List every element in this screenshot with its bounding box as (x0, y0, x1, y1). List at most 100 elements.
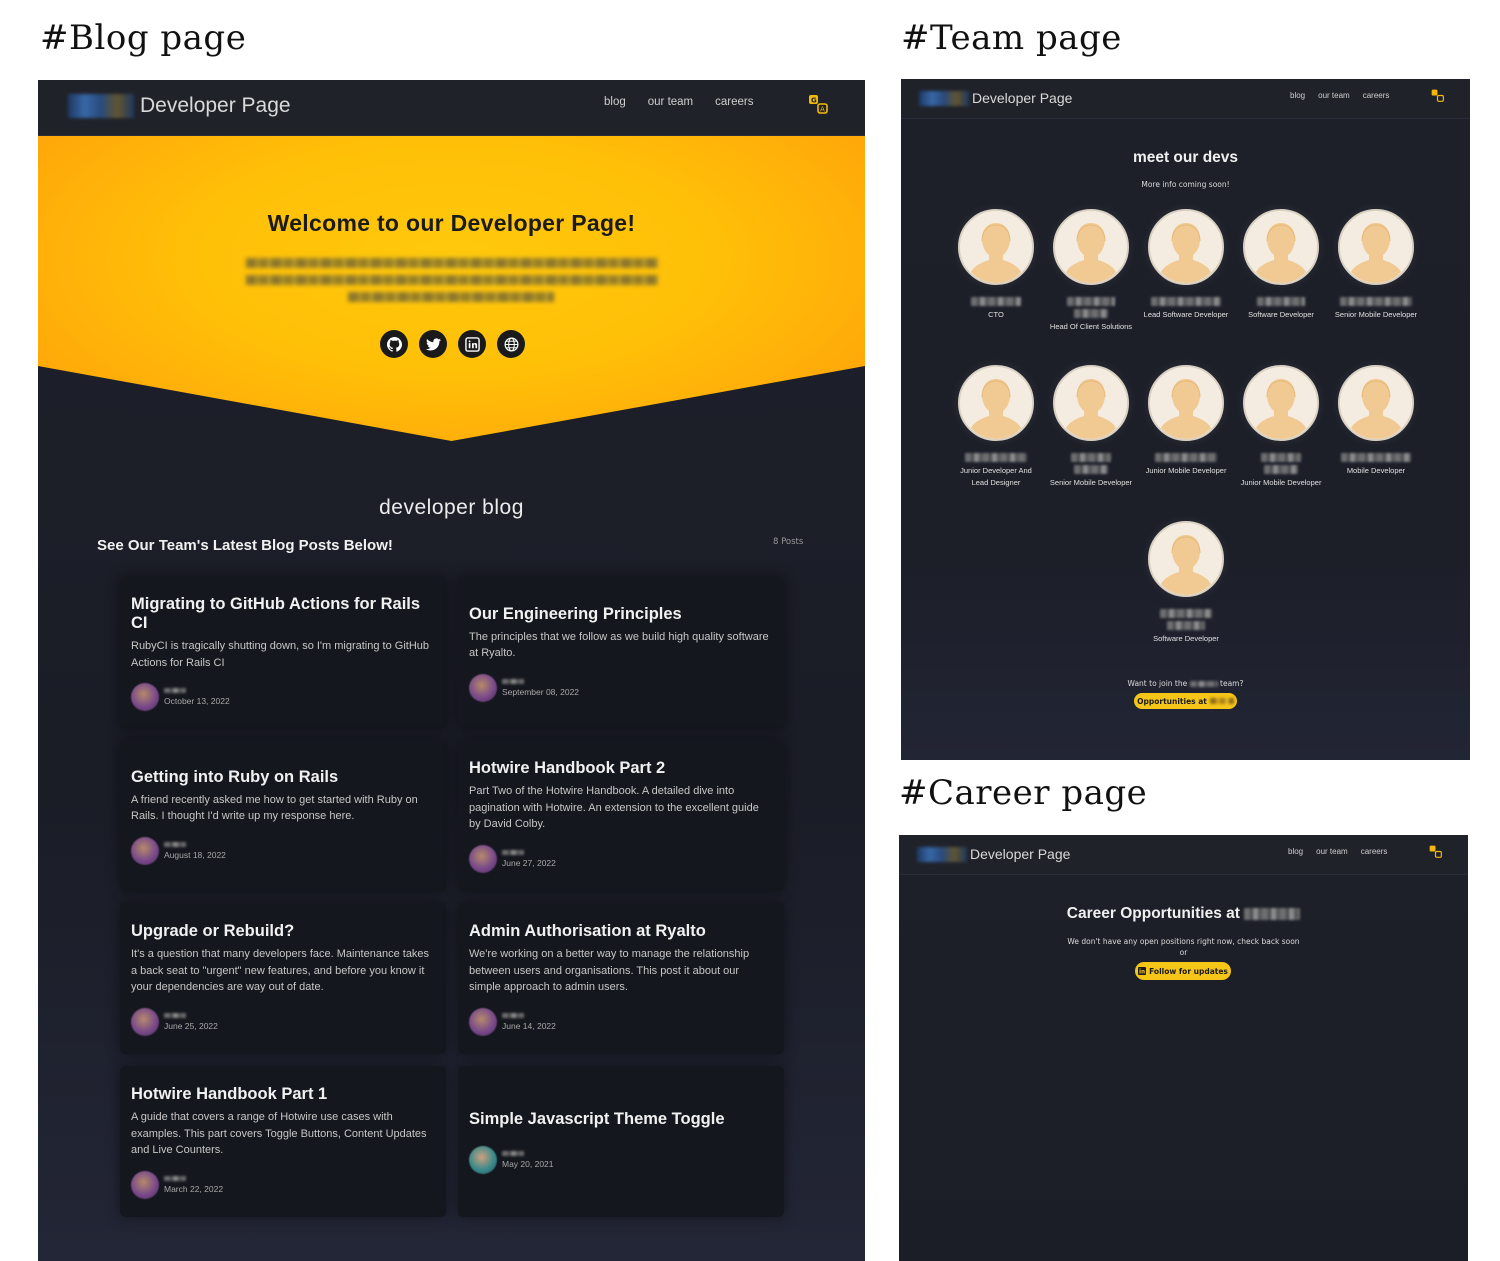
team-member-card: Software Developer (1143, 521, 1229, 645)
member-name-redacted (1340, 297, 1412, 306)
career-section-title: #Career page (899, 773, 1148, 813)
svg-text:G: G (811, 97, 817, 105)
opportunities-button-label: Opportunities at (1137, 696, 1207, 706)
author-name-redacted (502, 1012, 524, 1018)
avatar-placeholder-icon (1053, 365, 1129, 441)
member-role: Software Developer (1248, 310, 1314, 319)
company-name-redacted (1189, 681, 1218, 687)
team-subtitle: More info coming soon! (1141, 180, 1230, 189)
author-avatar (131, 683, 159, 711)
nav-link-careers[interactable]: careers (1361, 847, 1388, 856)
post-description: A friend recently asked me how to get st… (131, 793, 418, 823)
blog-section-title: #Blog page (40, 18, 247, 58)
post-meta: June 27, 2022 (469, 844, 773, 873)
team-member-card: Junior Mobile Developer (1238, 365, 1324, 489)
post-count: 8 Posts (773, 537, 804, 547)
nav-link-blog[interactable]: blog (1288, 847, 1303, 856)
brand[interactable]: Developer Page (919, 90, 1072, 106)
member-role: Junior Mobile Developer (1240, 478, 1322, 487)
member-role: Head Of Client Solutions (1049, 322, 1133, 331)
member-role: Senior Mobile Developer (1049, 478, 1133, 487)
team-member-card: Head Of Client Solutions (1048, 209, 1134, 333)
avatar-placeholder-icon (958, 209, 1034, 285)
post-description: Part Two of the Hotwire Handbook. A deta… (469, 785, 759, 831)
linkedin-icon[interactable] (458, 330, 486, 358)
post-date: October 13, 2022 (164, 696, 230, 706)
navbar: Developer Page blog our team careers (901, 79, 1470, 119)
post-meta: September 08, 2022 (469, 673, 773, 702)
company-name-redacted (1244, 907, 1301, 920)
opportunities-button[interactable]: Opportunities at (1134, 693, 1237, 709)
brand[interactable]: Developer Page (917, 846, 1070, 862)
author-avatar (469, 1146, 497, 1174)
team-title: meet our devs (1132, 149, 1239, 166)
member-role: Junior Developer And Lead Designer (960, 466, 1032, 487)
post-title: Hotwire Handbook Part 1 (131, 1085, 328, 1104)
team-member-card: Software Developer (1238, 209, 1324, 321)
post-description: The principles that we follow as we buil… (469, 630, 769, 660)
member-role: Mobile Developer (1346, 466, 1406, 475)
member-name-redacted (1257, 297, 1305, 306)
company-logo (919, 90, 969, 106)
blog-post-card[interactable]: Getting into Ruby on Rails A friend rece… (120, 740, 446, 891)
nav-link-careers[interactable]: careers (1363, 91, 1390, 100)
author-avatar (469, 673, 497, 702)
avatar-placeholder-icon (1243, 365, 1319, 441)
post-meta: May 20, 2021 (469, 1146, 773, 1174)
post-description: We're working on a better way to manage … (469, 948, 750, 994)
author-name-redacted (164, 1012, 186, 1018)
nav-links: blog our team careers (604, 96, 754, 108)
post-date: March 22, 2022 (164, 1183, 224, 1194)
blog-post-card[interactable]: Migrating to GitHub Actions for Rails CI… (120, 577, 446, 728)
nav-link-our-team[interactable]: our team (1318, 91, 1350, 100)
career-title-text: Career Opportunities at (1066, 905, 1240, 922)
nav-link-blog[interactable]: blog (604, 96, 626, 108)
blog-post-card[interactable]: Admin Authorisation at Ryalto We're work… (458, 903, 784, 1054)
hero-banner: Welcome to our Developer Page! (38, 136, 865, 441)
member-name-redacted (965, 453, 1027, 462)
blog-post-card[interactable]: Hotwire Handbook Part 2 Part Two of the … (458, 740, 784, 891)
member-role: Software Developer (1153, 634, 1219, 643)
post-title: Migrating to GitHub Actions for Rails CI (131, 595, 421, 632)
post-meta: October 13, 2022 (131, 683, 435, 711)
blog-post-card[interactable]: Upgrade or Rebuild? It's a question that… (120, 903, 446, 1054)
company-logo (917, 846, 967, 862)
member-name-redacted (1261, 453, 1301, 462)
post-title: Hotwire Handbook Part 2 (469, 759, 666, 778)
avatar-placeholder-icon (958, 365, 1034, 441)
translate-icon[interactable]: GA (808, 94, 828, 114)
github-icon[interactable] (380, 330, 408, 358)
hero-description-redacted (246, 258, 658, 268)
post-description: A guide that covers a range of Hotwire u… (131, 1111, 427, 1157)
hero-title: Welcome to our Developer Page! (267, 210, 636, 236)
team-member-card: Junior Developer And Lead Designer (953, 365, 1039, 488)
team-member-card: CTO (953, 209, 1039, 321)
nav-link-careers[interactable]: careers (715, 96, 753, 108)
avatar-placeholder-icon (1053, 209, 1129, 285)
blog-post-card[interactable]: Hotwire Handbook Part 1 A guide that cov… (120, 1066, 446, 1217)
blog-post-card[interactable]: Simple Javascript Theme Toggle May 20, 2… (458, 1066, 784, 1217)
post-meta: August 18, 2022 (131, 836, 435, 865)
twitter-icon[interactable] (419, 330, 447, 358)
avatar-placeholder-icon (1338, 209, 1414, 285)
follow-for-updates-button[interactable]: Follow for updates (1135, 962, 1231, 980)
team-member-card: Lead Software Developer (1143, 209, 1229, 321)
post-description: It's a question that many developers fac… (131, 948, 430, 994)
nav-link-our-team[interactable]: our team (648, 96, 693, 108)
avatar-placeholder-icon (1148, 365, 1224, 441)
blog-subheading: See Our Team's Latest Blog Posts Below! (97, 537, 393, 554)
translate-icon[interactable] (1429, 845, 1442, 858)
avatar-placeholder-icon (1338, 365, 1414, 441)
brand[interactable]: Developer Page (68, 94, 291, 118)
translate-icon[interactable] (1431, 89, 1444, 102)
blog-page-screenshot: Developer Page blog our team careers G A … (38, 80, 865, 1261)
author-avatar (131, 1170, 159, 1199)
nav-link-blog[interactable]: blog (1290, 91, 1305, 100)
nav-link-our-team[interactable]: our team (1316, 847, 1348, 856)
blog-post-card[interactable]: Our Engineering Principles The principle… (458, 577, 784, 728)
author-name-redacted (502, 678, 524, 684)
globe-icon[interactable] (497, 330, 525, 358)
member-name-redacted (1341, 453, 1411, 462)
author-avatar (469, 1007, 497, 1036)
brand-title: Developer Page (972, 90, 1073, 106)
